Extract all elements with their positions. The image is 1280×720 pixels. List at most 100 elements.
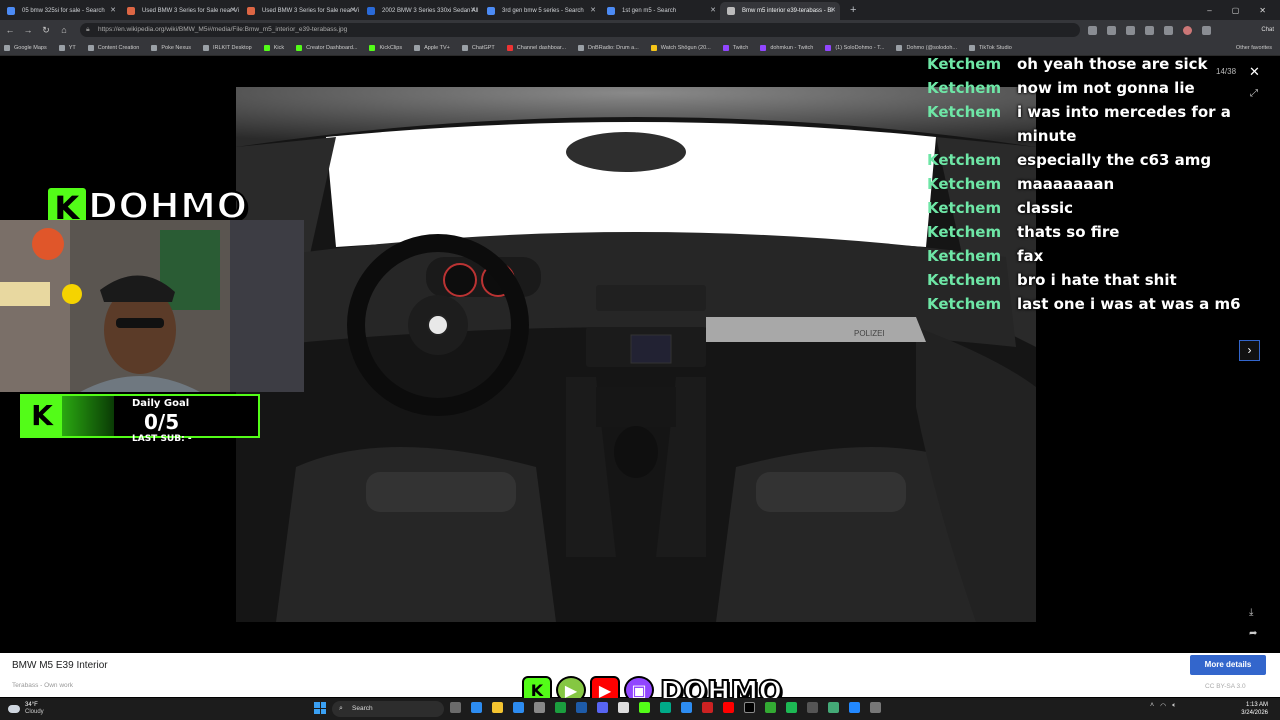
file-explorer-icon[interactable]	[492, 702, 503, 713]
bookmark-item[interactable]: Dohmo (@solodoh...	[896, 44, 957, 51]
taskbar-search[interactable]: ⌕ Search	[332, 701, 444, 717]
more-menu-icon[interactable]	[1202, 25, 1211, 35]
app-icon[interactable]	[807, 702, 818, 713]
system-clock[interactable]: 1:13 AM 3/24/2026	[1232, 701, 1268, 717]
split-screen-icon[interactable]	[1145, 25, 1154, 35]
bookmark-label: Content Creation	[97, 44, 140, 51]
browser-essentials-icon[interactable]	[1164, 25, 1173, 35]
close-tab-icon[interactable]: ✕	[110, 2, 116, 20]
bookmark-item[interactable]: Content Creation	[87, 44, 140, 51]
share-icon[interactable]: ➦	[1249, 628, 1257, 639]
extension-icon[interactable]	[1088, 25, 1097, 35]
chat-username: Ketchem	[927, 151, 1002, 169]
browser-tab[interactable]: Used BMW 3 Series for Sale near Vi ✕	[240, 2, 360, 20]
bookmark-item[interactable]: Google Maps	[4, 44, 47, 51]
browser-tab[interactable]: 1st gen m5 - Search ✕	[600, 2, 720, 20]
license-label[interactable]: CC BY-SA 3.0	[1205, 683, 1246, 690]
app-icon[interactable]	[765, 702, 776, 713]
close-tab-icon[interactable]: ✕	[710, 2, 716, 20]
app-icon[interactable]	[555, 702, 566, 713]
minimize-icon[interactable]: –	[1207, 6, 1211, 15]
camera-icon[interactable]	[534, 702, 545, 713]
bookmark-item[interactable]: Apple TV+	[414, 44, 450, 51]
x-app-icon[interactable]	[744, 702, 755, 713]
bookmark-item[interactable]: TikTok Studio	[968, 44, 1012, 51]
bookmark-item[interactable]: YT	[58, 44, 76, 51]
bookmark-item[interactable]: Twitch	[722, 44, 748, 51]
close-tab-icon[interactable]: ✕	[590, 2, 596, 20]
close-window-icon[interactable]: ✕	[1259, 6, 1266, 15]
bookmark-label: ChatGPT	[471, 44, 495, 51]
browser-tab[interactable]: 3rd gen bmw 5 series - Search ✕	[480, 2, 600, 20]
kick-app-icon[interactable]	[639, 702, 650, 713]
next-image-button[interactable]: ›	[1239, 340, 1260, 361]
home-icon[interactable]: ⌂	[56, 25, 72, 35]
other-favorites-folder[interactable]: Other favorites	[1236, 45, 1280, 51]
bing-favicon-icon	[487, 7, 495, 15]
browser-tab[interactable]: 05 bmw 325si for sale - Search ✕	[0, 2, 120, 20]
image-author[interactable]: Terabass - Own work	[12, 682, 73, 689]
more-details-button[interactable]: More details	[1190, 655, 1266, 675]
steam-icon[interactable]	[576, 702, 587, 713]
close-tab-icon[interactable]: ✕	[470, 2, 476, 20]
app-icon[interactable]	[870, 702, 881, 713]
bookmark-item[interactable]: KickClips	[369, 44, 402, 51]
bookmark-label: Channel dashboar...	[516, 44, 567, 51]
wifi-icon[interactable]: ◠	[1160, 702, 1166, 710]
bookmark-item[interactable]: DnBRadio: Drum a...	[578, 44, 639, 51]
bookmark-item[interactable]: IRLKIT Desktop	[203, 44, 252, 51]
bookmark-item[interactable]: Creator Dashboard...	[296, 44, 357, 51]
bookmark-item[interactable]: Watch Shōgun (20...	[650, 44, 711, 51]
app-icon[interactable]	[660, 702, 671, 713]
edge-icon[interactable]	[471, 702, 482, 713]
copilot-chat-button[interactable]: Chat	[1261, 27, 1274, 33]
forward-icon[interactable]: →	[20, 25, 36, 35]
chat-text: maaaaaaan	[1017, 175, 1115, 193]
window-controls: – ▢ ✕	[1207, 6, 1280, 15]
youtube-app-icon[interactable]	[723, 702, 734, 713]
bookmark-label: Apple TV+	[424, 44, 450, 51]
new-tab-icon[interactable]: +	[840, 4, 866, 16]
chevron-up-icon[interactable]: ˄	[1150, 702, 1154, 710]
browser-tab[interactable]: 2002 BMW 3 Series 330xi Sedan All ✕	[360, 2, 480, 20]
bookmark-item[interactable]: Poke Nexus	[151, 44, 191, 51]
maximize-icon[interactable]: ▢	[1232, 6, 1240, 15]
spotify-icon[interactable]	[786, 702, 797, 713]
close-tab-icon[interactable]: ✕	[350, 2, 356, 20]
browser-tab[interactable]: Used BMW 3 Series for Sale near Vi ✕	[120, 2, 240, 20]
url-field[interactable]: 🔒︎ https://en.wikipedia.org/wiki/BMW_M5#/…	[80, 23, 1080, 37]
bookmark-item[interactable]: dohmkun - Twitch	[760, 44, 814, 51]
youtube-favicon-icon	[506, 44, 513, 51]
close-tab-icon[interactable]: ✕	[830, 2, 836, 20]
bookmark-label: dohmkun - Twitch	[770, 44, 814, 51]
refresh-icon[interactable]: ↻	[38, 25, 54, 36]
task-view-icon[interactable]	[450, 702, 461, 713]
bookmark-favicon-icon	[578, 44, 585, 51]
bookmark-item[interactable]: (1) SoloDohmo - T...	[825, 44, 884, 51]
collections-icon[interactable]	[1126, 25, 1135, 35]
close-tab-icon[interactable]: ✕	[230, 2, 236, 20]
app-icon[interactable]	[849, 702, 860, 713]
bookmark-item[interactable]: Kick	[263, 44, 284, 51]
bookmark-folder-icon	[58, 44, 65, 51]
kick-favicon-icon	[369, 44, 376, 51]
discord-icon[interactable]	[597, 702, 608, 713]
app-icon[interactable]	[828, 702, 839, 713]
favorites-icon[interactable]	[1107, 25, 1116, 35]
app-icon[interactable]	[702, 702, 713, 713]
weather-widget[interactable]: 34°F Cloudy	[8, 702, 44, 716]
download-icon[interactable]: ⤓	[1249, 607, 1253, 618]
browser-tab-active[interactable]: Bmw m5 interior e39-terabass - Bi ✕	[720, 2, 840, 20]
bookmark-item[interactable]: ChatGPT	[461, 44, 495, 51]
chat-message: Ketchem oh yeah those are sick	[927, 52, 1267, 76]
edge-icon[interactable]	[681, 702, 692, 713]
store-icon[interactable]	[513, 702, 524, 713]
bookmark-item[interactable]: Channel dashboar...	[506, 44, 567, 51]
chat-message: Ketchem now im not gonna lie	[927, 76, 1267, 100]
volume-icon[interactable]: 🔈︎	[1172, 702, 1176, 710]
app-icon[interactable]	[618, 702, 629, 713]
profile-avatar-icon[interactable]	[1183, 25, 1192, 35]
back-icon[interactable]: ←	[2, 25, 18, 35]
chat-text: classic	[1017, 199, 1074, 217]
windows-start-icon[interactable]	[314, 702, 326, 714]
